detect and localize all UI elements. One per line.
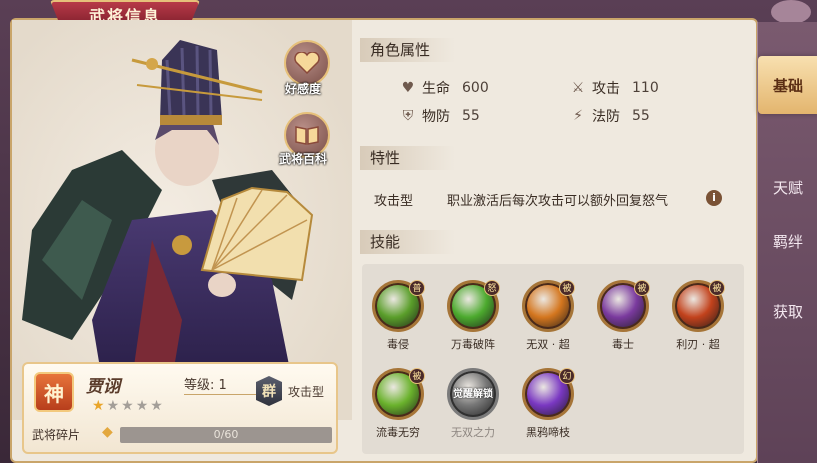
hero-type: 攻击型: [288, 385, 325, 399]
star-icon: ★: [106, 398, 122, 414]
skill-icon[interactable]: 怒: [447, 280, 500, 332]
skill-name: 万毒破阵: [451, 338, 495, 351]
skill-type-badge: 怒: [484, 280, 500, 296]
skill-type-badge: 被: [409, 368, 425, 384]
hero-level: 等级: 1: [184, 378, 227, 393]
heart-icon: ♥: [401, 80, 415, 96]
stat-atk-label: 攻击: [592, 81, 620, 97]
level-divider: [184, 394, 264, 395]
hero-name: 贾诩: [86, 377, 120, 397]
lightning-shield-icon: ⚡: [573, 108, 583, 124]
skill-item[interactable]: 怒万毒破阵: [437, 280, 509, 352]
skills-heading: 技能: [360, 230, 455, 254]
trait-heading: 特性: [360, 146, 455, 170]
stat-mdef-label: 法防: [592, 109, 620, 125]
tab-bond[interactable]: 羁绊: [758, 212, 817, 270]
skill-item[interactable]: 被毒士: [587, 280, 659, 352]
favor-label: 好感度: [284, 82, 321, 96]
rank-badge: 神: [34, 372, 74, 412]
stat-hp-label: 生命: [422, 81, 450, 97]
heart-icon: [294, 52, 320, 74]
skill-name: 流毒无穷: [376, 426, 420, 439]
trait-description: 职业激活后每次攻击可以额外回复怒气: [447, 194, 669, 209]
skill-type-badge: 被: [634, 280, 650, 296]
skill-icon[interactable]: 幻: [522, 368, 575, 420]
skill-type-badge: 幻: [559, 368, 575, 384]
skill-icon[interactable]: 被: [522, 280, 575, 332]
fragment-progress-text: 0/60: [213, 428, 239, 441]
stat-mdef: ⚡ 法防 55: [570, 106, 650, 126]
star-rating: ★★★★★: [92, 398, 165, 414]
book-icon: [295, 126, 319, 145]
skill-lock-text: 觉醒解锁: [453, 389, 493, 400]
faction-badge: 群: [256, 376, 282, 406]
skill-item[interactable]: 被利刃 · 超: [662, 280, 734, 352]
stat-atk-value: 110: [632, 80, 659, 96]
skill-type-badge: 普: [409, 280, 425, 296]
stat-mdef-value: 55: [632, 108, 650, 124]
sword-icon: ⚔: [571, 80, 585, 96]
tab-talent[interactable]: 天赋: [758, 158, 817, 216]
hero-info-card: 神 贾诩 等级: 1 群 攻击型 ★★★★★ 武将碎片 ◆ 0/60: [22, 362, 338, 454]
star-icon: ★: [135, 398, 151, 414]
skill-name: 利刃 · 超: [676, 338, 720, 351]
star-icon: ★: [121, 398, 136, 414]
skill-name: 无双之力: [451, 426, 495, 439]
skill-type-badge: 被: [559, 280, 575, 296]
skill-item[interactable]: 普毒侵: [362, 280, 434, 352]
skill-name: 毒士: [612, 338, 634, 351]
skill-item[interactable]: 被无双 · 超: [512, 280, 584, 352]
tab-obtain[interactable]: 获取: [758, 282, 817, 340]
fragment-icon: ◆: [102, 424, 113, 440]
star-icon: ★: [92, 398, 107, 414]
skill-icon[interactable]: 被: [597, 280, 650, 332]
skill-name: 毒侵: [387, 338, 409, 351]
fragment-label: 武将碎片: [32, 428, 81, 442]
stat-atk: ⚔ 攻击 110: [570, 78, 659, 98]
stat-hp-value: 600: [462, 80, 489, 96]
skill-item[interactable]: 幻黑鸦啼枝: [512, 368, 584, 440]
skill-type-badge: 被: [709, 280, 725, 296]
skill-icon[interactable]: 觉醒解锁: [447, 368, 499, 420]
skill-icon[interactable]: 被: [372, 368, 425, 420]
skill-icon[interactable]: 普: [372, 280, 425, 332]
attributes-heading: 角色属性: [360, 38, 455, 62]
skill-item[interactable]: 觉醒解锁 无双之力: [437, 368, 509, 440]
tab-basic[interactable]: 基础: [758, 56, 817, 114]
stat-pdef: ⛨ 物防 55: [400, 106, 480, 126]
skill-item[interactable]: 被流毒无穷: [362, 368, 434, 440]
stat-pdef-value: 55: [462, 108, 480, 124]
skill-name: 黑鸦啼枝: [526, 426, 570, 439]
skill-name: 无双 · 超: [526, 338, 570, 351]
star-icon: ★: [150, 398, 165, 414]
info-icon[interactable]: i: [706, 190, 722, 206]
fragment-progress-bar: 0/60: [120, 427, 332, 443]
stat-pdef-label: 物防: [422, 109, 450, 125]
stat-hp: ♥ 生命 600: [400, 78, 489, 98]
close-button[interactable]: [771, 0, 811, 24]
encyclopedia-label: 武将百科: [278, 152, 327, 166]
shield-icon: ⛨: [402, 108, 414, 124]
tab-column: 基础 天赋 羁绊 获取: [757, 22, 817, 463]
trait-type: 攻击型: [374, 194, 414, 209]
skill-icon[interactable]: 被: [672, 280, 725, 332]
